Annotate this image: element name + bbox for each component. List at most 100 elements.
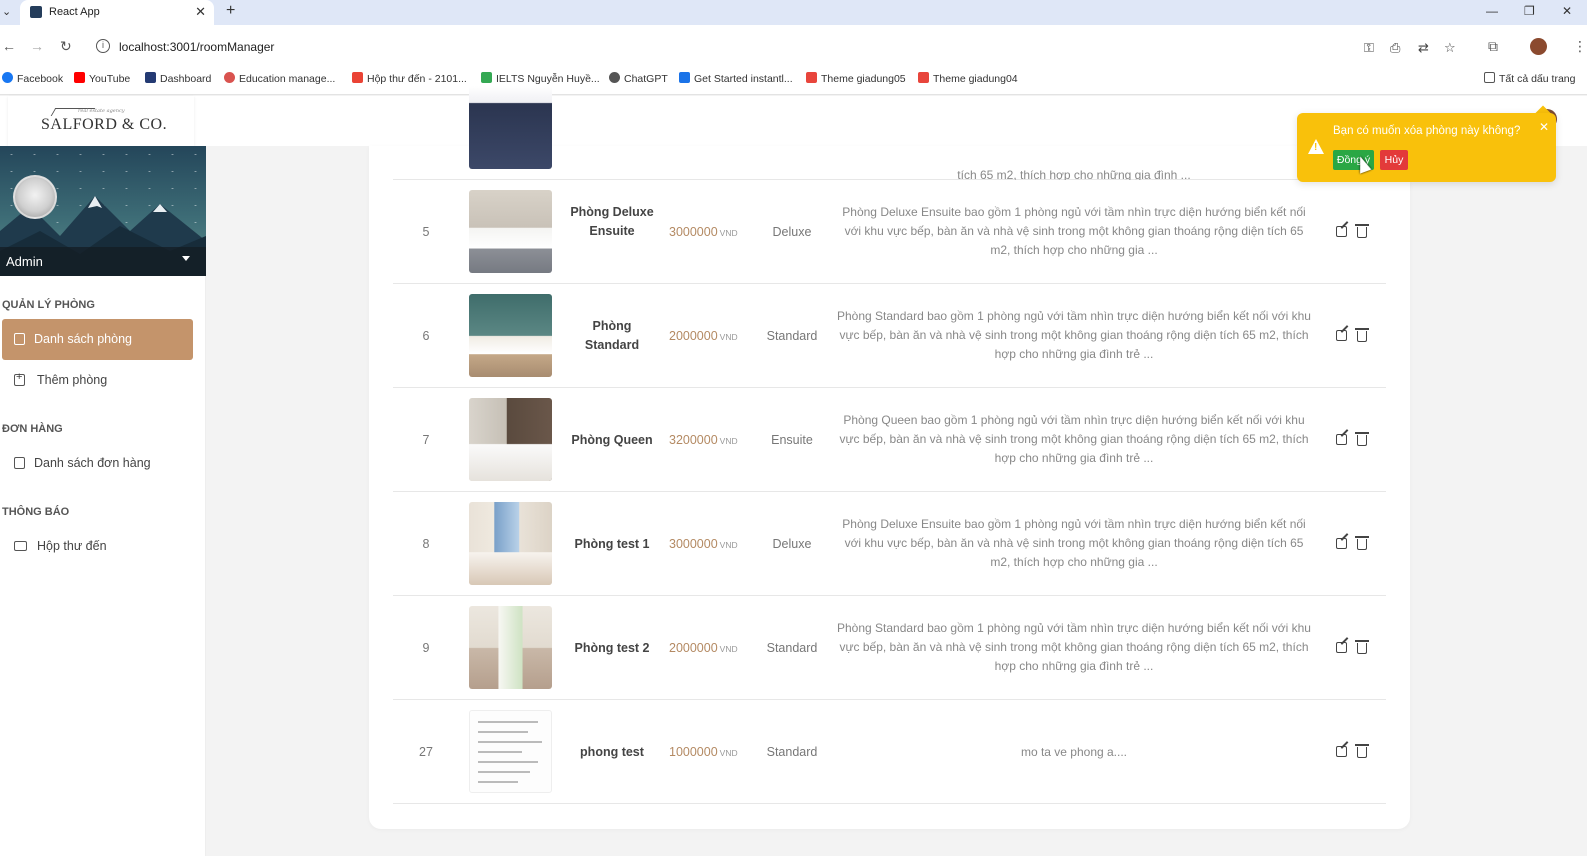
room-price: 2000000 VND [669,329,738,343]
user-menu[interactable]: Admin [0,247,206,276]
room-image [469,710,552,793]
bookmark-facebook[interactable]: Facebook [2,72,63,85]
close-icon[interactable]: ✕ [1539,120,1549,134]
room-table: tích 65 m2, thích hợp cho những gia đình… [369,86,1410,829]
room-description: Phòng Standard bao gồm 1 phòng ngủ với t… [837,309,1311,361]
url-text[interactable]: localhost:3001/roomManager [119,40,274,54]
tab-search-icon[interactable]: ⌄ [2,5,14,19]
section-orders: ĐƠN HÀNG [2,423,63,435]
envelope-icon [14,541,27,551]
trash-icon[interactable] [1355,328,1369,342]
logo[interactable]: real estate agency SALFORD & CO. [8,96,194,146]
logo-text: SALFORD & CO. [41,116,168,133]
delete-popconfirm: Bạn có muốn xóa phòng này không? ✕ Đồng … [1297,113,1556,182]
clipboard-icon [14,457,25,469]
room-id: 5 [422,225,430,239]
back-icon[interactable]: ← [2,38,16,54]
room-type: Deluxe [772,537,812,551]
trash-icon[interactable] [1355,640,1369,654]
room-description: Phòng Deluxe Ensuite bao gồm 1 phòng ngủ… [842,205,1306,257]
room-price: 1000000 VND [669,745,738,759]
room-type: Deluxe [772,225,812,239]
room-id: 9 [422,641,430,655]
sidebar-item-label: Thêm phòng [37,373,108,387]
room-type: Standard [766,641,818,655]
sidebar-item-inbox[interactable]: Hộp thư đến [2,526,193,567]
site-info-icon[interactable]: i [96,39,110,53]
sidebar: Admin QUẢN LÝ PHÒNG Danh sách phòng Thêm… [0,146,206,856]
bookmark-youtube[interactable]: YouTube [74,72,130,85]
trash-icon[interactable] [1355,744,1369,758]
facebook-icon [2,72,13,83]
clipboard-icon [14,333,25,345]
password-key-icon[interactable]: ⚿ [1364,40,1374,56]
translate-icon[interactable]: ⇄ [1418,40,1429,56]
table-row: 7 Phòng Queen 3200000 VND Ensuite Phòng Q… [393,388,1386,492]
window-close-icon[interactable]: ✕ [1562,4,1572,18]
section-room-management: QUẢN LÝ PHÒNG [2,299,95,311]
room-type: Ensuite [771,433,813,447]
extensions-icon[interactable]: ⧉ [1488,38,1498,55]
forward-icon[interactable]: → [30,38,44,54]
minimize-icon[interactable]: — [1486,4,1498,18]
room-description: mo ta ve phong a.... [1020,745,1128,759]
section-notifications: THÔNG BÁO [2,506,70,518]
caret-down-icon[interactable] [182,256,190,261]
edit-icon[interactable] [1336,329,1349,342]
reload-icon[interactable]: ↻ [60,38,72,55]
table-row: 6 Phòng Standard 2000000 VND Standard Phò… [393,284,1386,388]
room-description: Phòng Deluxe Ensuite bao gồm 1 phòng ngủ… [842,517,1306,569]
table-row: tích 65 m2, thích hợp cho những gia đình… [393,76,1386,180]
table-row: 27 phong test 1000000 VND Standard mo ta … [393,700,1386,804]
all-bookmarks[interactable]: Tất cả dấu trang [1484,72,1575,85]
room-image [469,398,552,481]
react-favicon-icon [30,6,42,18]
user-avatar[interactable] [13,175,57,219]
sidebar-item-add-room[interactable]: Thêm phòng [2,360,193,401]
room-id: 27 [419,745,433,759]
url-bar[interactable]: i localhost:3001/roomManager ⚿ ⎙ ⇄ ☆ [88,34,1456,60]
browser-tab[interactable]: React App ✕ [20,0,214,25]
edit-icon[interactable] [1336,433,1349,446]
edit-icon[interactable] [1336,537,1349,550]
room-name: Phòng Standard [584,319,640,352]
trash-icon[interactable] [1355,224,1369,238]
room-image [469,502,552,585]
profile-avatar-icon[interactable] [1530,38,1547,55]
restore-icon[interactable]: ❐ [1524,4,1535,18]
room-image [469,86,552,169]
trash-icon[interactable] [1355,536,1369,550]
table-row: 9 Phòng test 2 2000000 VND Standard Phòng… [393,596,1386,700]
cancel-button[interactable]: Hủy [1380,150,1408,170]
room-price: 3200000 VND [669,433,738,447]
room-type: Standard [766,329,818,343]
tab-title: React App [49,6,100,18]
sidebar-item-room-list[interactable]: Danh sách phòng [2,319,193,360]
tab-close-icon[interactable]: ✕ [195,4,206,20]
browser-menu-icon[interactable]: ⋮ [1573,38,1587,55]
room-id: 7 [422,433,430,447]
table-row: 8 Phòng test 1 3000000 VND Deluxe Phòng D… [393,492,1386,596]
sidebar-item-label: Danh sách phòng [34,332,132,346]
room-description: Phòng Standard bao gồm 1 phòng ngủ với t… [837,621,1311,673]
room-price: 3000000 VND [669,225,738,239]
room-image [469,190,552,273]
edit-icon[interactable] [1336,641,1349,654]
room-description: Phòng Queen bao gồm 1 phòng ngủ với tầm … [839,413,1309,465]
logo-tagline: real estate agency [78,108,125,114]
bookmark-star-icon[interactable]: ☆ [1444,40,1456,56]
dashboard-icon [145,72,156,83]
browser-tab-bar: ⌄ React App ✕ + — ❐ ✕ [0,0,1587,25]
install-app-icon[interactable]: ⎙ [1390,40,1400,56]
room-image [469,294,552,377]
room-id: 6 [422,329,430,343]
plus-square-icon [14,371,25,386]
room-description: tích 65 m2, thích hợp cho những gia đình… [957,170,1191,180]
bookmark-dashboard[interactable]: Dashboard [145,72,211,85]
bookmark-education[interactable]: Education manage... [224,72,335,85]
edit-icon[interactable] [1336,225,1349,238]
new-tab-icon[interactable]: + [226,2,235,20]
trash-icon[interactable] [1355,432,1369,446]
sidebar-item-order-list[interactable]: Danh sách đơn hàng [2,443,193,484]
edit-icon[interactable] [1336,745,1349,758]
